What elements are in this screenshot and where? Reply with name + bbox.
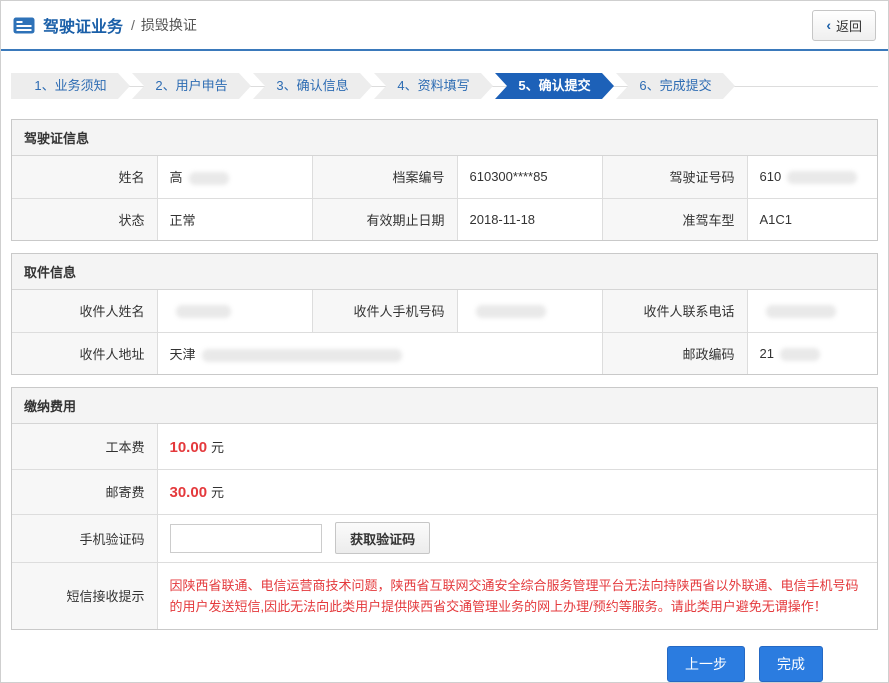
page: 驾驶证业务 / 损毁换证 ‹ 返回 1、业务须知 2、用户申告 3、确认信息 4… bbox=[0, 0, 889, 683]
sms-notice-label: 短信接收提示 bbox=[12, 562, 157, 629]
back-chevron-icon: ‹ bbox=[826, 18, 831, 32]
recipient-name-label: 收件人姓名 bbox=[12, 290, 157, 332]
step-2-declaration[interactable]: 2、用户申告 bbox=[132, 73, 251, 99]
table-row: 状态 正常 有效期止日期 2018-11-18 准驾车型 A1C1 bbox=[12, 198, 877, 240]
table-row: 短信接收提示 因陕西省联通、电信运营商技术问题，陕西省互联网交通安全综合服务管理… bbox=[12, 562, 877, 629]
sms-code-label: 手机验证码 bbox=[12, 514, 157, 562]
recipient-name-value bbox=[157, 290, 312, 332]
step-5-confirm-submit[interactable]: 5、确认提交 bbox=[495, 73, 614, 99]
pickup-info-title: 取件信息 bbox=[12, 254, 877, 290]
postal-text: 21 bbox=[760, 346, 774, 361]
step-4-fill-data[interactable]: 4、资料填写 bbox=[374, 73, 493, 99]
file-no-label: 档案编号 bbox=[312, 156, 457, 198]
step-6-complete[interactable]: 6、完成提交 bbox=[616, 73, 735, 99]
back-button-label: 返回 bbox=[836, 16, 862, 35]
table-row: 工本费 10.00元 bbox=[12, 424, 877, 469]
back-button[interactable]: ‹ 返回 bbox=[812, 10, 876, 41]
breadcrumb-separator: / bbox=[131, 17, 135, 33]
license-no-text: 610 bbox=[760, 169, 782, 184]
license-no-label: 驾驶证号码 bbox=[602, 156, 747, 198]
license-card-icon bbox=[13, 17, 35, 34]
table-row: 邮寄费 30.00元 bbox=[12, 469, 877, 514]
address-label: 收件人地址 bbox=[12, 332, 157, 374]
production-fee-unit: 元 bbox=[211, 440, 224, 455]
status-value: 正常 bbox=[157, 198, 312, 240]
fees-section: 缴纳费用 工本费 10.00元 邮寄费 30.00元 手机验证码 bbox=[11, 387, 878, 630]
status-label: 状态 bbox=[12, 198, 157, 240]
table-row: 姓名 高 档案编号 610300****85 驾驶证号码 610 bbox=[12, 156, 877, 198]
production-fee-amount: 10.00 bbox=[170, 439, 208, 456]
redacted-blur bbox=[766, 305, 836, 318]
license-info-title: 驾驶证信息 bbox=[12, 120, 877, 156]
redacted-blur bbox=[476, 305, 546, 318]
name-value: 高 bbox=[157, 156, 312, 198]
name-text: 高 bbox=[170, 170, 183, 185]
mail-fee-label: 邮寄费 bbox=[12, 469, 157, 514]
header: 驾驶证业务 / 损毁换证 ‹ 返回 bbox=[1, 1, 888, 51]
fees-title: 缴纳费用 bbox=[12, 388, 877, 424]
recipient-mobile-value bbox=[457, 290, 602, 332]
redacted-blur bbox=[202, 349, 402, 362]
fees-table: 工本费 10.00元 邮寄费 30.00元 手机验证码 获取验证码 短信接收提 bbox=[12, 424, 877, 629]
prev-step-button[interactable]: 上一步 bbox=[667, 646, 745, 682]
vehicle-class-label: 准驾车型 bbox=[602, 198, 747, 240]
mail-fee-unit: 元 bbox=[211, 485, 224, 500]
license-info-table: 姓名 高 档案编号 610300****85 驾驶证号码 610 状态 正常 有… bbox=[12, 156, 877, 240]
production-fee-label: 工本费 bbox=[12, 424, 157, 469]
expiry-label: 有效期止日期 bbox=[312, 198, 457, 240]
address-text: 天津 bbox=[170, 347, 196, 362]
finish-button[interactable]: 完成 bbox=[759, 646, 823, 682]
step-wizard: 1、业务须知 2、用户申告 3、确认信息 4、资料填写 5、确认提交 6、完成提… bbox=[11, 73, 878, 99]
license-no-value: 610 bbox=[747, 156, 877, 198]
page-title: 驾驶证业务 bbox=[43, 13, 123, 37]
step-1-notice[interactable]: 1、业务须知 bbox=[11, 73, 130, 99]
expiry-value: 2018-11-18 bbox=[457, 198, 602, 240]
redacted-blur bbox=[787, 171, 857, 184]
sms-notice-text: 因陕西省联通、电信运营商技术问题，陕西省互联网交通安全综合服务管理平台无法向持陕… bbox=[170, 575, 866, 617]
postal-label: 邮政编码 bbox=[602, 332, 747, 374]
recipient-phone-value bbox=[747, 290, 877, 332]
breadcrumb-current: 损毁换证 bbox=[141, 15, 197, 35]
get-code-button[interactable]: 获取验证码 bbox=[335, 522, 430, 554]
sms-notice-cell: 因陕西省联通、电信运营商技术问题，陕西省互联网交通安全综合服务管理平台无法向持陕… bbox=[157, 562, 877, 629]
table-row: 收件人地址 天津 邮政编码 21 bbox=[12, 332, 877, 374]
license-info-section: 驾驶证信息 姓名 高 档案编号 610300****85 驾驶证号码 610 状… bbox=[11, 119, 878, 241]
mail-fee-value: 30.00元 bbox=[157, 469, 877, 514]
production-fee-value: 10.00元 bbox=[157, 424, 877, 469]
table-row: 手机验证码 获取验证码 bbox=[12, 514, 877, 562]
pickup-info-section: 取件信息 收件人姓名 收件人手机号码 收件人联系电话 bbox=[11, 253, 878, 375]
vehicle-class-value: A1C1 bbox=[747, 198, 877, 240]
table-row: 收件人姓名 收件人手机号码 收件人联系电话 bbox=[12, 290, 877, 332]
file-no-value: 610300****85 bbox=[457, 156, 602, 198]
sms-code-input[interactable] bbox=[170, 524, 322, 553]
address-value: 天津 bbox=[157, 332, 602, 374]
redacted-blur bbox=[189, 172, 229, 185]
redacted-blur bbox=[176, 305, 231, 318]
recipient-phone-label: 收件人联系电话 bbox=[602, 290, 747, 332]
sms-code-cell: 获取验证码 bbox=[157, 514, 877, 562]
name-label: 姓名 bbox=[12, 156, 157, 198]
recipient-mobile-label: 收件人手机号码 bbox=[312, 290, 457, 332]
step-3-confirm-info[interactable]: 3、确认信息 bbox=[253, 73, 372, 99]
postal-value: 21 bbox=[747, 332, 877, 374]
redacted-blur bbox=[780, 348, 820, 361]
mail-fee-amount: 30.00 bbox=[170, 484, 208, 501]
pickup-info-table: 收件人姓名 收件人手机号码 收件人联系电话 收件人地址 天津 邮政编码 bbox=[12, 290, 877, 374]
form-actions: 上一步 完成 bbox=[1, 646, 823, 682]
